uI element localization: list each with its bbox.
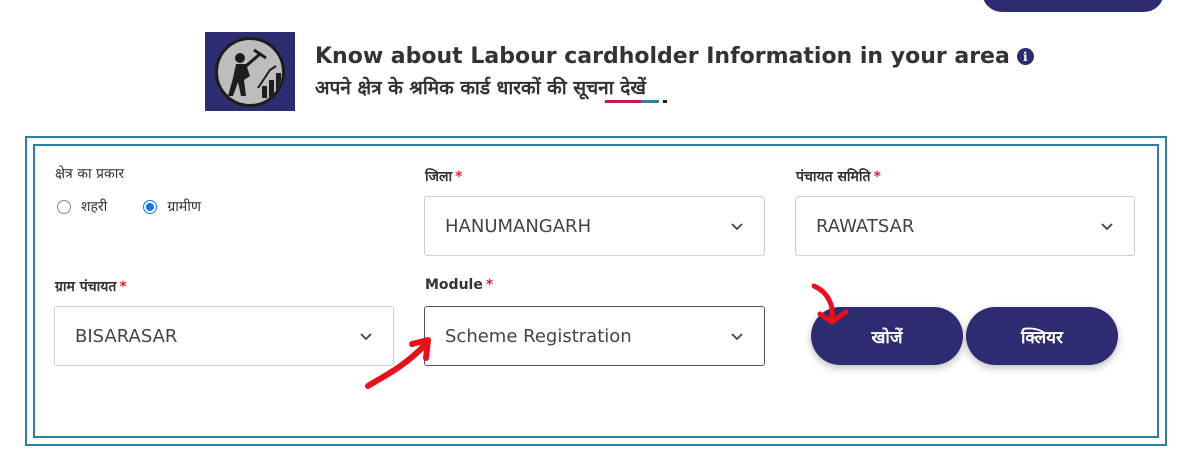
radio-urban-label: शहरी (81, 199, 108, 215)
gram-panchayat-label-text: ग्राम पंचायत (55, 279, 117, 295)
page-title-english-text: Know about Labour cardholder Information… (315, 44, 1010, 69)
gram-panchayat-required-mark: * (119, 279, 127, 295)
underline-segment-pink (605, 100, 641, 103)
underline-segment-dot (663, 100, 667, 103)
gram-panchayat-select-value: BISARASAR (75, 325, 178, 347)
district-label: जिला * (425, 167, 462, 186)
panchayat-samiti-select-value: RAWATSAR (816, 215, 915, 237)
labour-icon (215, 36, 285, 107)
info-icon[interactable]: i (1016, 48, 1034, 65)
labour-logo (205, 32, 295, 111)
panchayat-samiti-select[interactable]: RAWATSAR (795, 196, 1135, 256)
district-required-mark: * (455, 169, 463, 185)
module-label-text: Module (425, 277, 483, 293)
module-select[interactable]: Scheme Registration (424, 306, 765, 366)
gram-panchayat-select[interactable]: BISARASAR (54, 306, 394, 366)
panchayat-samiti-label: पंचायत समिति * (796, 167, 881, 186)
panchayat-samiti-required-mark: * (873, 169, 881, 185)
radio-rural[interactable] (143, 199, 158, 214)
district-select-value: HANUMANGARH (445, 215, 592, 237)
clear-button[interactable]: क्लियर (966, 307, 1118, 365)
module-select-value: Scheme Registration (445, 325, 632, 347)
chevron-down-icon (731, 333, 743, 341)
radio-option-urban[interactable]: शहरी (57, 197, 107, 216)
area-type-label: क्षेत्र का प्रकार (55, 166, 125, 182)
page: Know about Labour cardholder Information… (0, 0, 1189, 466)
annotation-arrow-module (365, 337, 431, 389)
area-type-radio-group: शहरी ग्रामीण (57, 197, 237, 216)
district-label-text: जिला (425, 169, 453, 185)
page-title-english: Know about Labour cardholder Information… (315, 44, 1034, 69)
title-underline (605, 100, 667, 103)
gram-panchayat-label: ग्राम पंचायत * (55, 277, 127, 296)
page-header: Know about Labour cardholder Information… (315, 44, 1034, 103)
chevron-down-icon (1101, 223, 1113, 231)
district-select[interactable]: HANUMANGARH (424, 196, 765, 256)
radio-rural-label: ग्रामीण (167, 199, 201, 215)
module-label: Module * (425, 277, 493, 293)
page-title-hindi: अपने क्षेत्र के श्रमिक कार्ड धारकों की स… (315, 77, 646, 99)
annotation-arrow-search (811, 283, 849, 325)
underline-segment-blue (641, 100, 659, 103)
form-container (33, 144, 1159, 438)
chevron-down-icon (731, 223, 743, 231)
top-nav-button[interactable] (982, 0, 1164, 12)
panchayat-samiti-label-text: पंचायत समिति (796, 169, 871, 185)
radio-option-rural[interactable]: ग्रामीण (143, 197, 201, 216)
radio-urban[interactable] (57, 199, 71, 214)
module-required-mark: * (485, 277, 494, 293)
